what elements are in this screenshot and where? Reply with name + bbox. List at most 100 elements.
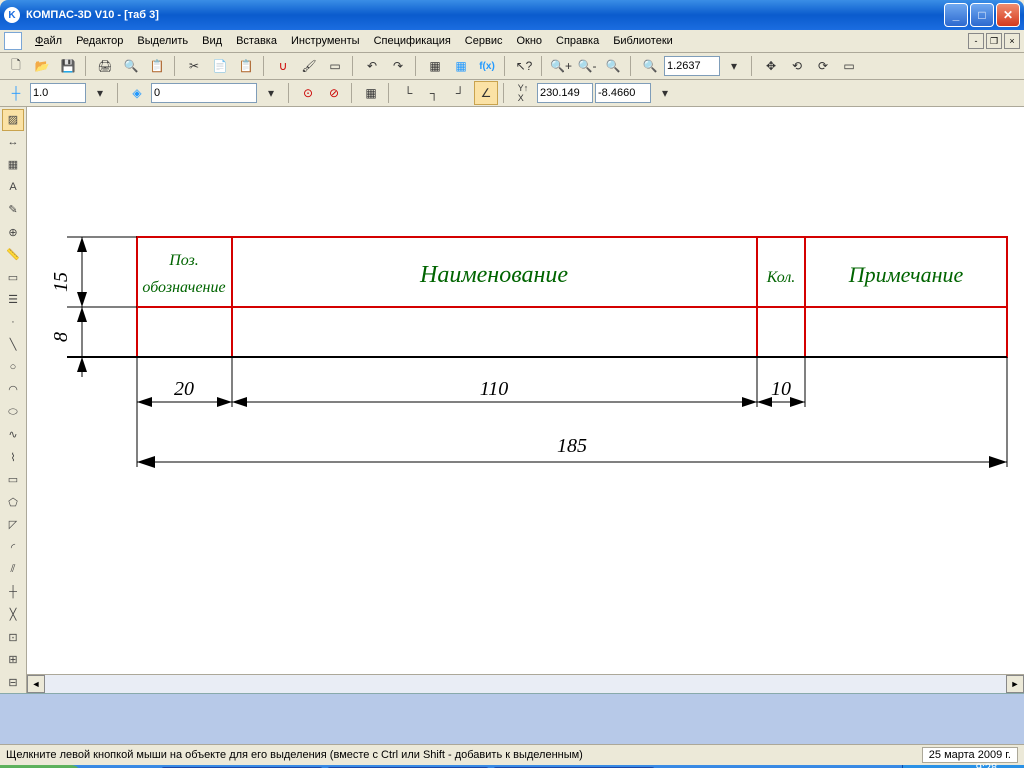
tool-circle[interactable]: ○: [2, 357, 24, 379]
tool-dimension[interactable]: ↔: [2, 132, 24, 154]
tool-hatch[interactable]: ▦: [2, 154, 24, 176]
vdim-15: 15: [50, 272, 72, 292]
menu-insert[interactable]: Вставка: [230, 33, 283, 49]
tool-axis[interactable]: ┼: [2, 582, 24, 604]
minimize-button[interactable]: _: [944, 3, 968, 27]
canvas-area: 15 8 20 110 10: [27, 107, 1024, 693]
header-naimen: Наименование: [419, 262, 568, 288]
step-dropdown[interactable]: ▾: [88, 81, 112, 105]
open-button[interactable]: 📂: [30, 54, 54, 78]
mdi-restore[interactable]: ❐: [986, 33, 1002, 49]
left-toolbar: ▨ ↔ ▦ A ✎ ⊕ 📏 ▭ ☰ · ╲ ○ ◠ ⬭ ∿ ⌇ ▭ ⬠ ◸ ◜ …: [0, 107, 27, 693]
step-input[interactable]: [30, 83, 86, 103]
zoom-out-button[interactable]: 🔍-: [575, 54, 599, 78]
ortho-r-button[interactable]: ┐: [422, 81, 446, 105]
angle-button[interactable]: ∠: [474, 81, 498, 105]
tray-clock[interactable]: 9:28 среда 25.03.2009: [959, 762, 1014, 768]
tool-chamfer[interactable]: ◸: [2, 514, 24, 536]
menu-window[interactable]: Окно: [510, 33, 548, 49]
zoom-window-button[interactable]: 🔍: [601, 54, 625, 78]
document-icon[interactable]: [4, 32, 22, 50]
tool-line[interactable]: ╲: [2, 334, 24, 356]
brush-button[interactable]: 🖌: [297, 54, 321, 78]
tool-geometry[interactable]: ▨: [2, 109, 24, 131]
menu-libs[interactable]: Библиотеки: [607, 33, 679, 49]
coord-icon: Y↑X: [511, 81, 535, 105]
menu-editor[interactable]: Редактор: [70, 33, 129, 49]
rotate-button[interactable]: ⟲: [785, 54, 809, 78]
layer-input[interactable]: [151, 83, 257, 103]
viewport-button[interactable]: ▭: [837, 54, 861, 78]
coord-x-input[interactable]: [537, 83, 593, 103]
layers-button[interactable]: ▦: [423, 54, 447, 78]
tool-extra2[interactable]: ⊞: [2, 649, 24, 671]
tool-rect[interactable]: ▭: [2, 469, 24, 491]
menu-tools[interactable]: Инструменты: [285, 33, 366, 49]
step-icon[interactable]: ┼: [4, 81, 28, 105]
ortho-t-button[interactable]: ┘: [448, 81, 472, 105]
paste-button[interactable]: 📋: [234, 54, 258, 78]
menu-spec[interactable]: Спецификация: [368, 33, 457, 49]
tool-measure[interactable]: 📏: [2, 244, 24, 266]
tool-spline[interactable]: ∿: [2, 424, 24, 446]
undo-button[interactable]: ↶: [360, 54, 384, 78]
tool-point[interactable]: ·: [2, 312, 24, 334]
toolbar-main: 🗋 📂 💾 🖨 🔍 📋 ✂ 📄 📋 ∪ 🖌 ▭ ↶ ↷ ▦ ▦ f(x) ↖? …: [0, 53, 1024, 80]
preview-button[interactable]: 🔍: [119, 54, 143, 78]
menu-help[interactable]: Справка: [550, 33, 605, 49]
zoom-input[interactable]: [664, 56, 720, 76]
menu-view[interactable]: Вид: [196, 33, 228, 49]
copy-button[interactable]: 📄: [208, 54, 232, 78]
layer-icon[interactable]: ◈: [125, 81, 149, 105]
close-button[interactable]: ✕: [996, 3, 1020, 27]
tool-arc[interactable]: ◠: [2, 379, 24, 401]
zoom-in-button[interactable]: 🔍+: [549, 54, 573, 78]
pan-button[interactable]: ✥: [759, 54, 783, 78]
coord-dropdown[interactable]: ▾: [653, 81, 677, 105]
properties-button[interactable]: 📋: [145, 54, 169, 78]
tool-fillet[interactable]: ◜: [2, 537, 24, 559]
tool-offset[interactable]: ⫽: [2, 559, 24, 581]
drawing-canvas[interactable]: 15 8 20 110 10: [27, 107, 1024, 674]
redraw-button[interactable]: ⟳: [811, 54, 835, 78]
layers2-button[interactable]: ▦: [449, 54, 473, 78]
mdi-minimize[interactable]: -: [968, 33, 984, 49]
tool-extra3[interactable]: ⊟: [2, 672, 24, 694]
maximize-button[interactable]: □: [970, 3, 994, 27]
mdi-close[interactable]: ×: [1004, 33, 1020, 49]
ortho-l-button[interactable]: └: [396, 81, 420, 105]
help-cursor-button[interactable]: ↖?: [512, 54, 536, 78]
snap-off-button[interactable]: ⊘: [322, 81, 346, 105]
tool-select[interactable]: ▭: [2, 267, 24, 289]
menu-service[interactable]: Сервис: [459, 33, 509, 49]
menu-file[interactable]: Файл: [29, 33, 68, 49]
new-button[interactable]: 🗋: [4, 54, 28, 78]
horizontal-scrollbar[interactable]: ◄ ►: [27, 674, 1024, 693]
scroll-left-button[interactable]: ◄: [27, 675, 45, 693]
tool-text[interactable]: A: [2, 177, 24, 199]
magnet-button[interactable]: ∪: [271, 54, 295, 78]
snap-on-button[interactable]: ⊙: [296, 81, 320, 105]
zoom-dropdown[interactable]: ▾: [722, 54, 746, 78]
tool-spec[interactable]: ☰: [2, 289, 24, 311]
cut-button[interactable]: ✂: [182, 54, 206, 78]
tool-ellipse[interactable]: ⬭: [2, 402, 24, 424]
grid-button[interactable]: ▦: [359, 81, 383, 105]
tool-extra1[interactable]: ⊡: [2, 627, 24, 649]
tool-edit[interactable]: ✎: [2, 199, 24, 221]
tool-aux[interactable]: ╳: [2, 604, 24, 626]
coord-y-input[interactable]: [595, 83, 651, 103]
menu-select[interactable]: Выделить: [131, 33, 194, 49]
tool-poly[interactable]: ⬠: [2, 492, 24, 514]
tool-param[interactable]: ⊕: [2, 222, 24, 244]
redo-button[interactable]: ↷: [386, 54, 410, 78]
scroll-right-button[interactable]: ►: [1006, 675, 1024, 693]
fx-button[interactable]: f(x): [475, 54, 499, 78]
titlebar: K КОМПАС-3D V10 - [таб 3] _ □ ✕: [0, 0, 1024, 30]
eraser-button[interactable]: ▭: [323, 54, 347, 78]
layer-dropdown[interactable]: ▾: [259, 81, 283, 105]
tool-polyline[interactable]: ⌇: [2, 447, 24, 469]
zoom-fit-button[interactable]: 🔍: [638, 54, 662, 78]
save-button[interactable]: 💾: [56, 54, 80, 78]
print-button[interactable]: 🖨: [93, 54, 117, 78]
